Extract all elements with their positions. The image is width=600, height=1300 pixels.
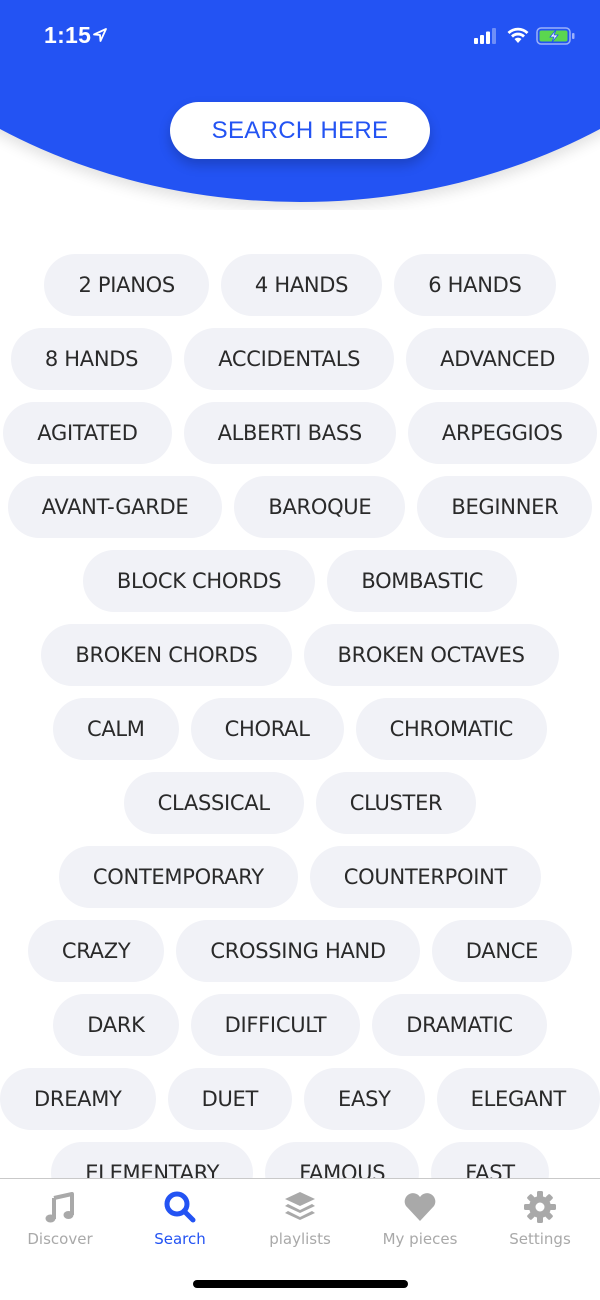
search-icon <box>164 1191 196 1223</box>
location-arrow-icon <box>93 28 107 42</box>
tag-chip[interactable]: 6 HANDS <box>394 254 556 316</box>
tag-row: CALM CHORAL CHROMATIC <box>0 698 600 760</box>
tag-chip[interactable]: CRAZY <box>27 920 165 982</box>
tag-chip[interactable]: DIFFICULT <box>190 994 361 1056</box>
tag-row: CRAZY CROSSING HAND DANCE <box>0 920 600 982</box>
tag-chip[interactable]: COUNTERPOINT <box>309 846 542 908</box>
tag-chip[interactable]: DARK <box>53 994 179 1056</box>
tab-label: Discover <box>27 1230 93 1248</box>
music-note-icon <box>45 1192 74 1223</box>
tab-playlists[interactable]: playlists <box>240 1179 360 1259</box>
tag-row: AVANT-GARDE BAROQUE BEGINNER <box>0 476 600 538</box>
tab-my-pieces[interactable]: My pieces <box>360 1179 480 1259</box>
tag-chip[interactable]: BAROQUE <box>234 476 406 538</box>
layers-icon <box>285 1192 315 1220</box>
tag-cloud: 2 PIANOS 4 HANDS 6 HANDS 8 HANDS ACCIDENTALS… <box>0 254 600 1216</box>
tag-chip[interactable]: 4 HANDS <box>220 254 383 316</box>
tab-search[interactable]: Search <box>120 1179 240 1259</box>
tab-label: Settings <box>509 1230 571 1248</box>
tag-chip[interactable]: BEGINNER <box>417 476 593 538</box>
tag-chip[interactable]: BROKEN CHORDS <box>41 624 292 686</box>
gear-icon <box>524 1191 556 1223</box>
tag-row: AGITATED ALBERTI BASS ARPEGGIOS <box>0 402 600 464</box>
status-time: 1:15 <box>44 22 92 48</box>
tag-chip[interactable]: 8 HANDS <box>10 328 173 390</box>
tag-chip[interactable]: DRAMATIC <box>372 994 547 1056</box>
wifi-icon <box>507 27 529 43</box>
tag-chip[interactable]: CLUSTER <box>315 772 477 834</box>
header: 1:15 SEARCH HERE <box>0 0 600 210</box>
tag-chip[interactable]: ACCIDENTALS <box>184 328 395 390</box>
battery-charging-icon <box>536 27 575 45</box>
tag-chip[interactable]: 2 PIANOS <box>44 254 209 316</box>
tab-label: My pieces <box>382 1230 458 1248</box>
tag-chip[interactable]: BOMBASTIC <box>327 550 518 612</box>
tag-chip[interactable]: ALBERTI BASS <box>183 402 396 464</box>
tab-label: playlists <box>269 1230 331 1248</box>
tag-chip[interactable]: CONTEMPORARY <box>58 846 298 908</box>
tag-chip[interactable]: BROKEN OCTAVES <box>303 624 559 686</box>
tag-chip[interactable]: DANCE <box>431 920 573 982</box>
tag-chip[interactable]: BLOCK CHORDS <box>82 550 316 612</box>
tag-chip[interactable]: CHORAL <box>190 698 344 760</box>
tag-row: CLASSICAL CLUSTER <box>0 772 600 834</box>
home-indicator <box>193 1280 408 1288</box>
tag-chip[interactable]: CHROMATIC <box>355 698 548 760</box>
tag-row: BROKEN CHORDS BROKEN OCTAVES <box>0 624 600 686</box>
tag-chip[interactable]: DUET <box>167 1068 293 1130</box>
tag-row: 2 PIANOS 4 HANDS 6 HANDS <box>0 254 600 316</box>
tag-chip[interactable]: CLASSICAL <box>123 772 304 834</box>
tag-chip[interactable]: EASY <box>304 1068 425 1130</box>
tag-row: DREAMY DUET EASY ELEGANT <box>0 1068 600 1130</box>
tag-row: BLOCK CHORDS BOMBASTIC <box>0 550 600 612</box>
search-here-button[interactable]: SEARCH HERE <box>170 102 430 159</box>
tag-chip[interactable]: ELEGANT <box>436 1068 600 1130</box>
tag-row: 8 HANDS ACCIDENTALS ADVANCED <box>0 328 600 390</box>
tag-chip[interactable]: CROSSING HAND <box>176 920 420 982</box>
tag-chip[interactable]: AGITATED <box>3 402 172 464</box>
tag-chip[interactable]: CALM <box>52 698 179 760</box>
tag-row: CONTEMPORARY COUNTERPOINT <box>0 846 600 908</box>
tag-chip[interactable]: ADVANCED <box>406 328 590 390</box>
tab-label: Search <box>154 1230 206 1248</box>
tag-chip[interactable]: ARPEGGIOS <box>407 402 597 464</box>
tab-settings[interactable]: Settings <box>480 1179 600 1259</box>
tag-row: DARK DIFFICULT DRAMATIC <box>0 994 600 1056</box>
heart-icon <box>404 1193 436 1221</box>
cellular-signal-icon <box>474 28 496 44</box>
tag-chip[interactable]: DREAMY <box>0 1068 156 1130</box>
tag-chip[interactable]: AVANT-GARDE <box>7 476 223 538</box>
tab-discover[interactable]: Discover <box>0 1179 120 1259</box>
status-bar: 1:15 <box>0 0 600 70</box>
